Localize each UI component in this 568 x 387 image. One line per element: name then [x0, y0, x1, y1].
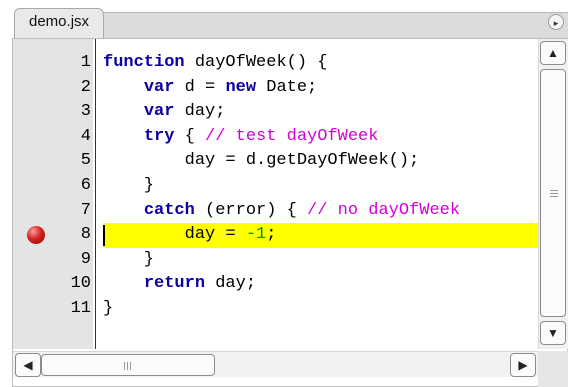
- code-token: day;: [174, 102, 226, 122]
- vertical-scrollbar[interactable]: ▲ ▼: [538, 39, 568, 349]
- code-line[interactable]: 8 day = -1;: [13, 223, 538, 248]
- line-number[interactable]: 6: [13, 174, 91, 199]
- code-line[interactable]: 1 function dayOfWeek() {: [13, 51, 538, 76]
- line-number[interactable]: 3: [13, 100, 91, 125]
- chevron-up-icon: ▲: [547, 46, 559, 60]
- code-line[interactable]: 10 return day;: [13, 272, 538, 297]
- scroll-up-button[interactable]: ▲: [540, 41, 566, 65]
- scroll-corner: [538, 351, 568, 387]
- code-token: return: [143, 274, 206, 294]
- code-text[interactable]: try { // test dayOfWeek: [103, 125, 538, 150]
- code-text[interactable]: var day;: [103, 100, 538, 125]
- code-line[interactable]: 9 }: [13, 248, 538, 273]
- code-editor[interactable]: 1 function dayOfWeek() {2 var d = new Dat…: [12, 38, 568, 387]
- code-token: new: [225, 77, 257, 97]
- code-text[interactable]: }: [103, 174, 538, 199]
- code-line[interactable]: 4 try { // test dayOfWeek: [13, 125, 538, 150]
- line-number[interactable]: 11: [13, 297, 91, 322]
- code-token: (error) {: [194, 200, 308, 220]
- code-area[interactable]: 1 function dayOfWeek() {2 var d = new Dat…: [13, 51, 538, 349]
- code-token: Date;: [256, 77, 318, 97]
- grip-icon: [550, 190, 558, 191]
- code-token: }: [103, 298, 114, 318]
- vertical-scroll-thumb[interactable]: [540, 69, 566, 317]
- line-number[interactable]: 7: [13, 199, 91, 224]
- horizontal-scroll-thumb[interactable]: [41, 354, 215, 376]
- tab-label: demo.jsx: [29, 13, 90, 30]
- code-line[interactable]: 3 var day;: [13, 100, 538, 125]
- scroll-right-button[interactable]: ▶: [510, 353, 536, 377]
- code-text[interactable]: }: [103, 248, 538, 273]
- code-token: var: [143, 77, 175, 97]
- current-line-marker: [103, 225, 105, 247]
- code-token: d =: [174, 77, 226, 97]
- line-number[interactable]: 8: [13, 223, 91, 248]
- code-token: -1: [245, 225, 267, 245]
- chevron-down-icon: ▼: [547, 326, 559, 340]
- code-token: var: [143, 102, 175, 122]
- scroll-left-button[interactable]: ◀: [15, 353, 41, 377]
- code-text[interactable]: var d = new Date;: [103, 76, 538, 101]
- scroll-down-button[interactable]: ▼: [540, 321, 566, 345]
- code-token: catch: [143, 200, 195, 220]
- horizontal-scrollbar[interactable]: ◀ ▶: [13, 351, 538, 377]
- code-text[interactable]: function dayOfWeek() {: [103, 51, 538, 76]
- code-token: day = d.getDayOfWeek();: [103, 151, 420, 171]
- code-line[interactable]: 7 catch (error) { // no dayOfWeek: [13, 199, 538, 224]
- code-text[interactable]: catch (error) { // no dayOfWeek: [103, 199, 538, 224]
- line-number[interactable]: 2: [13, 76, 91, 101]
- code-line[interactable]: 6 }: [13, 174, 538, 199]
- line-number[interactable]: 10: [13, 272, 91, 297]
- code-line[interactable]: 5 day = d.getDayOfWeek();: [13, 149, 538, 174]
- code-token: day =: [103, 225, 246, 245]
- line-number[interactable]: 9: [13, 248, 91, 273]
- code-token: // test dayOfWeek: [205, 126, 379, 146]
- code-line[interactable]: 2 var d = new Date;: [13, 76, 538, 101]
- code-token: }: [103, 249, 155, 269]
- code-token: {: [174, 126, 206, 146]
- code-token: day;: [205, 274, 257, 294]
- tab-menu-icon[interactable]: ▸: [548, 14, 564, 30]
- tab-bar: demo.jsx ▸: [0, 0, 568, 38]
- code-text[interactable]: day = d.getDayOfWeek();: [103, 149, 538, 174]
- line-number[interactable]: 5: [13, 149, 91, 174]
- chevron-right-icon: ▶: [518, 358, 528, 372]
- code-token: ;: [266, 225, 277, 245]
- code-text[interactable]: return day;: [103, 272, 538, 297]
- tab-demo-jsx[interactable]: demo.jsx: [14, 8, 104, 38]
- code-token: try: [143, 126, 175, 146]
- code-token: }: [103, 175, 155, 195]
- code-line[interactable]: 11}: [13, 297, 538, 322]
- code-token: // no dayOfWeek: [307, 200, 461, 220]
- line-number[interactable]: 4: [13, 125, 91, 150]
- code-text[interactable]: day = -1;: [103, 223, 538, 248]
- grip-icon: [124, 362, 125, 370]
- line-number[interactable]: 1: [13, 51, 91, 76]
- code-token: function: [103, 53, 185, 72]
- code-text[interactable]: }: [103, 297, 538, 322]
- code-token: dayOfWeek() {: [184, 53, 328, 72]
- tab-strip: [104, 12, 568, 38]
- chevron-left-icon: ◀: [23, 358, 33, 372]
